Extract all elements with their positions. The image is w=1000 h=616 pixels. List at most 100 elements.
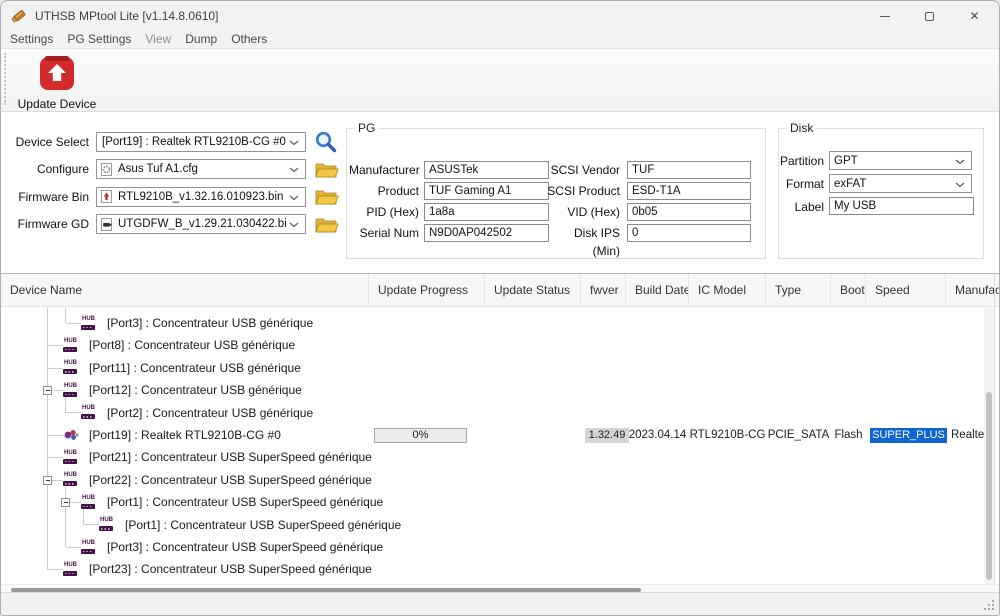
column-header-manufacturer[interactable]: Manufacturer — [946, 274, 1000, 306]
partition-label: Partition — [779, 152, 824, 170]
vertical-scrollbar-thumb[interactable] — [986, 392, 992, 580]
device-name: [Port3] : Concentrateur USB générique — [107, 312, 313, 334]
pid-hex-field[interactable]: 1a8a — [424, 203, 549, 221]
browse-firmware-gd-button[interactable] — [311, 211, 341, 237]
tree-row-port21[interactable]: HUB[Port21] : Concentrateur USB SuperSpe… — [1, 446, 984, 468]
config-row-firmware-gd: Firmware GDUTGDFW_B_v1.29.21.030422.bin — [1, 214, 346, 234]
disk-label-input[interactable]: My USB — [829, 197, 974, 215]
column-header-speed[interactable]: Speed — [866, 274, 946, 306]
scsi-vendor-field[interactable]: TUF — [627, 161, 751, 179]
device-select-combobox[interactable]: [Port19] : Realtek RTL9210B-CG #0 — [96, 132, 306, 152]
minimize-button[interactable] — [862, 1, 907, 31]
device-name: [Port1] : Concentrateur USB SuperSpeed g… — [107, 491, 383, 513]
tree-row-port23[interactable]: HUB[Port23] : Concentrateur USB SuperSpe… — [1, 558, 984, 580]
manufacturer-field[interactable]: ASUSTek — [424, 161, 549, 179]
tree-row-port2[interactable]: HUB[Port2] : Concentrateur USB générique — [1, 402, 984, 424]
firmware-gd-value: UTGDFW_B_v1.29.21.030422.bin — [113, 218, 287, 230]
column-header-build-date[interactable]: Build Date — [626, 274, 689, 306]
divider — [994, 274, 995, 584]
column-header-update-status[interactable]: Update Status — [485, 274, 581, 306]
tree-collapse-icon[interactable] — [43, 476, 52, 485]
pg-groupbox-title: PG — [354, 121, 379, 135]
device-name: [Port1] : Concentrateur USB SuperSpeed g… — [125, 514, 401, 536]
browse-configure-button[interactable] — [311, 156, 341, 182]
column-header-fwver[interactable]: fwver — [581, 274, 626, 306]
tree-row-port12[interactable]: HUB[Port12] : Concentrateur USB génériqu… — [1, 379, 984, 401]
column-header-boot[interactable]: Boot — [831, 274, 866, 306]
tree-collapse-icon[interactable] — [61, 498, 70, 507]
config-file-icon — [100, 162, 113, 177]
configure-label: Configure — [1, 159, 89, 179]
manufacturer-label: Manufacturer — [349, 161, 419, 179]
vid-hex-label: VID (Hex) — [545, 203, 620, 221]
tree-row-port3[interactable]: HUB[Port3] : Concentrateur USB SuperSpee… — [1, 536, 984, 558]
partition-select[interactable]: GPT — [829, 151, 972, 170]
disk-groupbox-title: Disk — [786, 121, 817, 135]
firmware-bin-value: RTL9210B_v1.32.16.010923.bin — [113, 191, 287, 203]
chevron-down-icon — [289, 190, 299, 204]
resize-grip[interactable] — [984, 600, 994, 610]
tree-row-port11[interactable]: HUB[Port11] : Concentrateur USB génériqu… — [1, 357, 984, 379]
titlebar: UTHSB MPtool Lite [v1.14.8.0610] ✕ — [1, 1, 999, 31]
toolbar: Update Device — [1, 49, 999, 112]
app-icon — [10, 7, 28, 25]
column-header-update-progress[interactable]: Update Progress — [369, 274, 485, 306]
firmware-gd-combobox[interactable]: UTGDFW_B_v1.29.21.030422.bin — [96, 214, 306, 234]
tree-row-port8[interactable]: HUB[Port8] : Concentrateur USB générique — [1, 334, 984, 356]
device-name: [Port8] : Concentrateur USB générique — [89, 334, 295, 356]
disk-ips-min-label: Disk IPS (Min) — [545, 224, 620, 260]
boot-cell: Flash — [831, 424, 866, 446]
update-device-icon — [37, 53, 77, 96]
product-field[interactable]: TUF Gaming A1 — [424, 182, 549, 200]
tree-collapse-icon[interactable] — [43, 386, 52, 395]
table-header: Device NameUpdate ProgressUpdate Statusf… — [1, 274, 1000, 307]
hub-icon: HUB — [81, 317, 97, 334]
menu-item-dump[interactable]: Dump — [178, 31, 224, 49]
app-window: UTHSB MPtool Lite [v1.14.8.0610] ✕ Setti… — [0, 0, 1000, 616]
hub-icon: HUB — [99, 518, 115, 535]
tree-row-port1[interactable]: HUB [Port1] : Concentrateur USB SuperSpee… — [1, 514, 984, 536]
device-name: [Port19] : Realtek RTL9210B-CG #0 — [89, 424, 281, 446]
browse-firmware-bin-button[interactable] — [311, 184, 341, 210]
device-tree: HUB [Port3] : Concentrateur USB générique… — [1, 308, 984, 584]
search-device-button[interactable] — [311, 129, 341, 155]
update-device-button[interactable]: Update Device — [13, 53, 101, 109]
vid-hex-field[interactable]: 0b05 — [627, 203, 751, 221]
hub-icon: HUB — [81, 406, 97, 423]
column-header-ic-model[interactable]: IC Model — [689, 274, 766, 306]
ic-model-cell: RTL9210B-CG — [689, 424, 766, 446]
config-row-firmware-bin: Firmware BinRTL9210B_v1.32.16.010923.bin — [1, 187, 346, 207]
device-name: [Port3] : Concentrateur USB SuperSpeed g… — [107, 536, 383, 558]
close-button[interactable]: ✕ — [952, 1, 997, 31]
firmware-bin-combobox[interactable]: RTL9210B_v1.32.16.010923.bin — [96, 187, 306, 207]
column-header-type[interactable]: Type — [766, 274, 831, 306]
tree-row-port1[interactable]: HUB[Port1] : Concentrateur USB SuperSpee… — [1, 491, 984, 513]
vertical-scrollbar[interactable] — [984, 308, 994, 584]
manufacturer-cell: Realtek — [951, 424, 984, 446]
pid-hex-label: PID (Hex) — [349, 203, 419, 221]
device-name: [Port11] : Concentrateur USB générique — [89, 357, 301, 379]
scsi-product-field[interactable]: ESD-T1A — [627, 182, 751, 200]
menu-item-pg-settings[interactable]: PG Settings — [60, 31, 138, 49]
speed-badge: SUPER_PLUS — [870, 428, 947, 443]
format-value: exFAT — [830, 178, 955, 190]
tree-row-port22[interactable]: HUB[Port22] : Concentrateur USB SuperSpe… — [1, 469, 984, 491]
maximize-button[interactable] — [907, 1, 952, 31]
gd-file-icon — [100, 217, 113, 232]
serial-num-field[interactable]: N9D0AP042502 — [424, 224, 549, 242]
menu-item-others[interactable]: Others — [224, 31, 274, 49]
format-select[interactable]: exFAT — [829, 174, 972, 193]
tree-row-port19[interactable]: [Port19] : Realtek RTL9210B-CG #0 0% 1.32.… — [1, 424, 984, 446]
menu-item-settings[interactable]: Settings — [3, 31, 60, 49]
menu-item-view[interactable]: View — [138, 31, 178, 49]
toolbar-gripper[interactable] — [4, 53, 6, 105]
tree-row-port3[interactable]: HUB [Port3] : Concentrateur USB générique — [1, 312, 984, 334]
fwver-badge: 1.32.49 — [585, 428, 629, 443]
column-header-device-name[interactable]: Device Name — [1, 274, 369, 306]
configure-combobox[interactable]: Asus Tuf A1.cfg — [96, 159, 306, 179]
chevron-down-icon — [955, 177, 965, 191]
disk-ips-min-field[interactable]: 0 — [627, 224, 751, 242]
config-row-device-select: Device Select[Port19] : Realtek RTL9210B… — [1, 132, 346, 152]
disk-groupbox: Disk Partition GPT Format exFAT Label My… — [778, 128, 984, 259]
update-progress-bar: 0% — [374, 428, 467, 443]
